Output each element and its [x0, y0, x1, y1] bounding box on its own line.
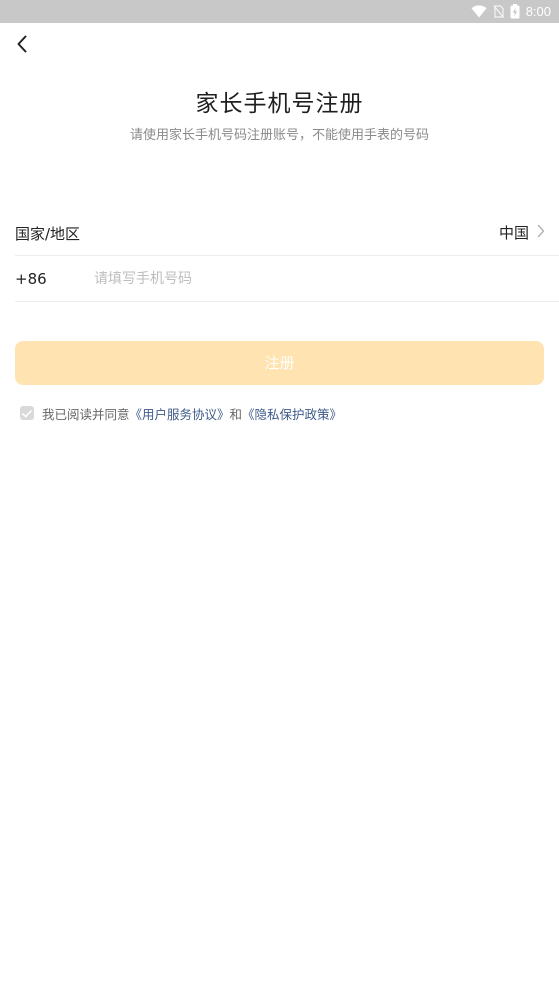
agreement-prefix: 我已阅读并同意	[42, 406, 130, 422]
back-button[interactable]	[8, 32, 36, 60]
phone-input[interactable]	[94, 266, 534, 292]
privacy-policy-link[interactable]: 《隐私保护政策》	[242, 404, 342, 423]
status-icons: 8:00	[471, 2, 551, 21]
page-title: 家长手机号注册	[195, 91, 364, 117]
battery-charging-icon	[510, 4, 520, 19]
phone-row: +86	[15, 256, 559, 302]
region-selector[interactable]: 中国	[499, 222, 545, 243]
checkmark-icon	[22, 406, 32, 421]
no-sim-icon	[493, 5, 504, 18]
chevron-left-icon	[16, 35, 28, 57]
user-agreement-link[interactable]: 《用户服务协议》	[130, 404, 230, 423]
agreement-checkbox[interactable]	[20, 406, 34, 420]
region-row[interactable]: 国家/地区 中国	[15, 210, 559, 256]
region-value: 中国	[498, 224, 529, 242]
status-time: 8:00	[525, 4, 551, 19]
phone-country-code: +86	[15, 270, 47, 288]
chevron-right-icon	[537, 223, 545, 242]
status-bar: 8:00	[0, 0, 559, 23]
wifi-icon	[471, 5, 487, 18]
page-subtitle: 请使用家长手机号码注册账号，不能使用手表的号码	[129, 128, 429, 143]
region-label: 国家/地区	[15, 225, 81, 243]
agreement-row: 我已阅读并同意 《用户服务协议》 和 《隐私保护政策》	[20, 404, 342, 422]
agreement-conjunction: 和	[229, 406, 243, 422]
register-button[interactable]: 注册	[15, 341, 544, 385]
